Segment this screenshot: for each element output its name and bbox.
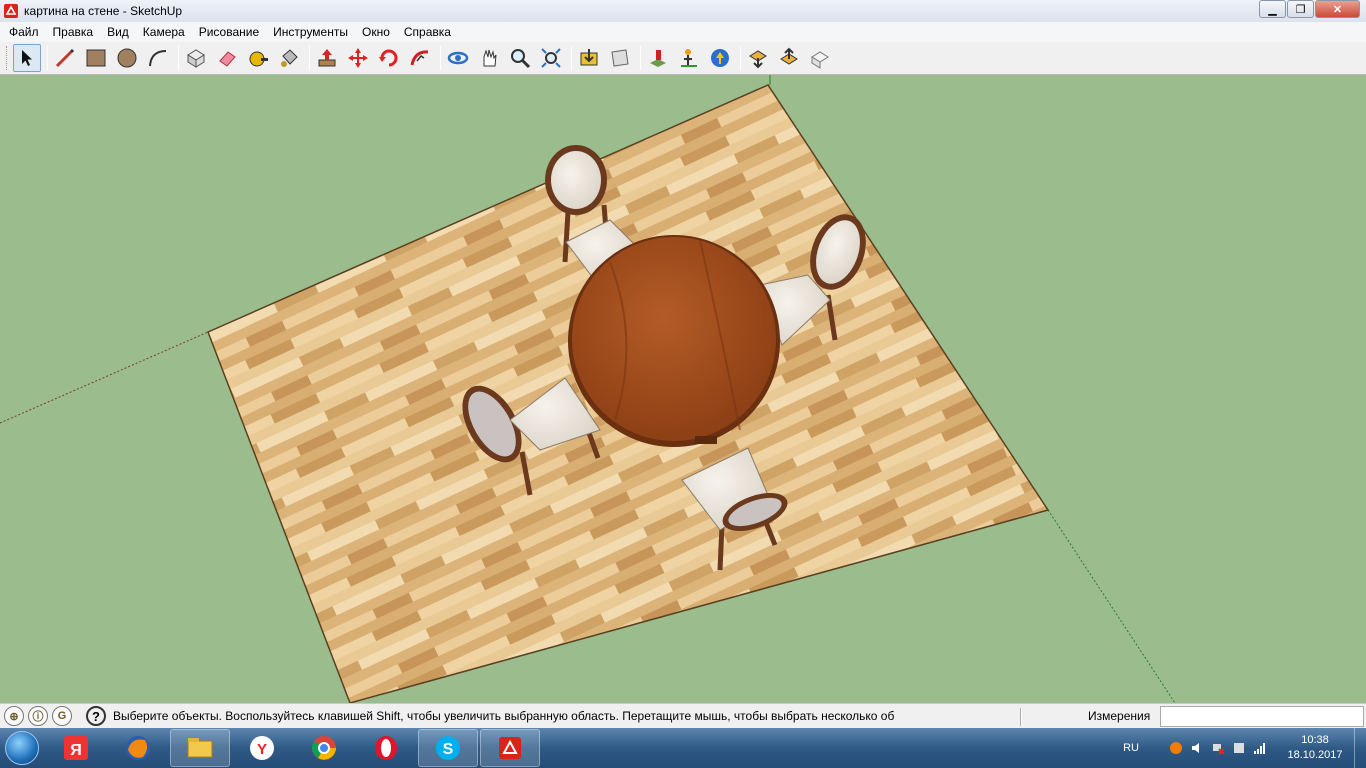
menu-bar: Файл Правка Вид Камера Рисование Инструм…	[0, 22, 1366, 42]
action-center-icon[interactable]	[1232, 741, 1246, 755]
status-bar: ⊕ ⓘ G ? Выберите объекты. Воспользуйтесь…	[0, 703, 1366, 728]
move-icon[interactable]	[344, 44, 372, 72]
follow-me-icon[interactable]	[406, 44, 434, 72]
toolbar-separator	[309, 46, 310, 70]
geo-location-icon[interactable]: ⊕	[4, 706, 24, 726]
yandex-browser-icon[interactable]: Y	[232, 729, 292, 767]
drawing-area[interactable]	[0, 75, 1366, 703]
measurements-label: Измерения	[1088, 709, 1151, 723]
paint-bucket-icon[interactable]	[275, 44, 303, 72]
clock-time: 10:38	[1301, 734, 1329, 746]
add-location-icon[interactable]	[644, 44, 672, 72]
menu-view[interactable]: Вид	[100, 22, 136, 42]
user-account-icon[interactable]: G	[52, 706, 72, 726]
svg-text:Я: Я	[70, 742, 82, 759]
network-error-icon[interactable]	[1211, 741, 1225, 755]
language-indicator[interactable]: RU	[1123, 742, 1139, 754]
clock[interactable]: 10:38 18.10.2017	[1280, 733, 1350, 763]
menu-help[interactable]: Справка	[397, 22, 458, 42]
firefox-icon[interactable]	[108, 729, 168, 767]
avast-icon[interactable]	[1169, 741, 1183, 755]
minimize-button[interactable]: ▁	[1259, 0, 1286, 18]
pencil-line-icon[interactable]	[51, 44, 79, 72]
toolbar-grip[interactable]	[6, 46, 9, 70]
system-tray: RU 10:38 18.10.2017	[1123, 728, 1366, 768]
axis-line	[0, 331, 209, 424]
3d-warehouse-icon[interactable]	[575, 44, 603, 72]
file-explorer-icon[interactable]	[170, 729, 230, 767]
rotate-icon[interactable]	[375, 44, 403, 72]
push-pull-icon[interactable]	[313, 44, 341, 72]
close-button[interactable]: ✕	[1315, 0, 1360, 18]
skype-icon[interactable]: S	[418, 729, 478, 767]
google-earth-icon[interactable]	[706, 44, 734, 72]
title-bar: картина на стене - SketchUp ▁ ❐ ✕	[0, 0, 1366, 22]
menu-tools[interactable]: Инструменты	[266, 22, 355, 42]
get-models-icon[interactable]	[744, 44, 772, 72]
toolbar-separator	[440, 46, 441, 70]
sketchup-icon[interactable]	[480, 729, 540, 767]
chrome-icon[interactable]	[294, 729, 354, 767]
round-table[interactable]	[568, 235, 780, 447]
toolbar-separator	[571, 46, 572, 70]
main-toolbar	[0, 42, 1366, 75]
svg-text:S: S	[443, 741, 454, 758]
circle-icon[interactable]	[113, 44, 141, 72]
extension-warehouse-icon[interactable]	[606, 44, 634, 72]
maximize-button[interactable]: ❐	[1287, 0, 1314, 18]
make-component-icon[interactable]	[182, 44, 210, 72]
pan-icon[interactable]	[475, 44, 503, 72]
clock-date: 18.10.2017	[1287, 749, 1343, 761]
share-component-icon[interactable]	[806, 44, 834, 72]
eraser-icon[interactable]	[213, 44, 241, 72]
svg-text:Y: Y	[257, 741, 267, 758]
windows-logo-icon	[5, 731, 39, 765]
status-hint-text: Выберите объекты. Воспользуйтесь клавише…	[113, 709, 895, 723]
orbit-icon[interactable]	[444, 44, 472, 72]
toolbar-separator	[740, 46, 741, 70]
menu-camera[interactable]: Камера	[136, 22, 192, 42]
menu-draw[interactable]: Рисование	[192, 22, 266, 42]
scene-canvas[interactable]	[0, 75, 1366, 703]
menu-file[interactable]: Файл	[2, 22, 46, 42]
toolbar-separator	[47, 46, 48, 70]
help-icon[interactable]: ?	[86, 706, 106, 726]
zoom-extents-icon[interactable]	[537, 44, 565, 72]
zoom-icon[interactable]	[506, 44, 534, 72]
menu-window[interactable]: Окно	[355, 22, 397, 42]
volume-icon[interactable]	[1190, 741, 1204, 755]
signal-icon[interactable]	[1253, 741, 1267, 755]
windows-taskbar: Я Y S RU 10:38 18.10.2017	[0, 728, 1366, 768]
opera-icon[interactable]	[356, 729, 416, 767]
start-button[interactable]	[0, 728, 44, 768]
show-desktop-button[interactable]	[1354, 728, 1366, 768]
menu-edit[interactable]: Правка	[46, 22, 101, 42]
arc-icon[interactable]	[144, 44, 172, 72]
sketchup-app-icon	[4, 4, 18, 18]
tape-measure-icon[interactable]	[244, 44, 272, 72]
status-separator	[1020, 708, 1022, 726]
toolbar-separator	[640, 46, 641, 70]
measurements-input[interactable]	[1160, 706, 1364, 727]
toggle-terrain-icon[interactable]	[675, 44, 703, 72]
share-model-icon[interactable]	[775, 44, 803, 72]
toolbar-separator	[178, 46, 179, 70]
yandex-icon[interactable]: Я	[46, 729, 106, 767]
window-title: картина на стене - SketchUp	[24, 4, 183, 18]
rectangle-icon[interactable]	[82, 44, 110, 72]
axis-line	[1047, 509, 1176, 703]
select-tool-icon[interactable]	[13, 44, 41, 72]
credits-icon[interactable]: ⓘ	[28, 706, 48, 726]
